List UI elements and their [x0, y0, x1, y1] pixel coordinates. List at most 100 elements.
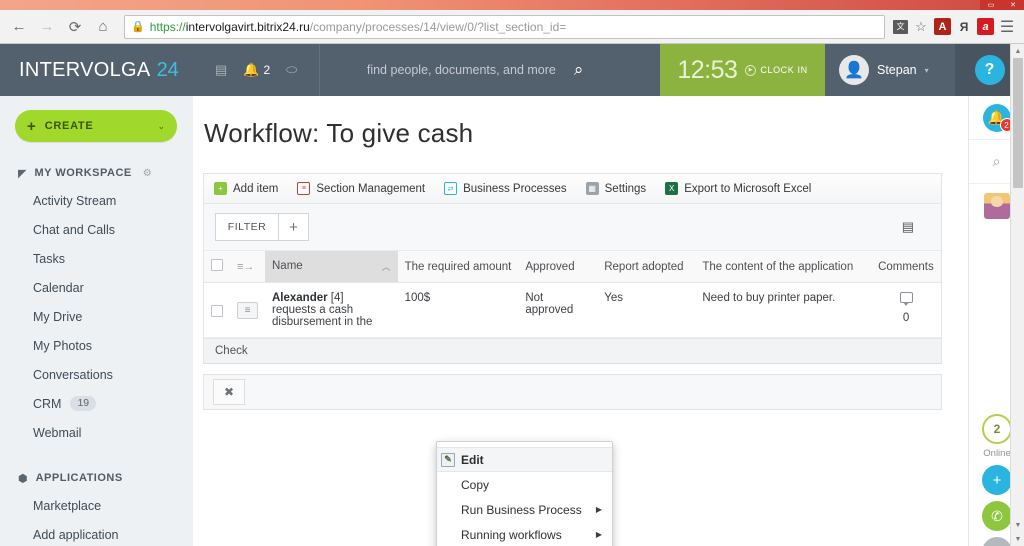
- bookmark-icon[interactable]: ⬭: [286, 62, 297, 78]
- grid-panel: + Add item ≡ Section Management ⇄ Busine…: [203, 173, 942, 364]
- column-header-report-adopted[interactable]: Report adopted: [597, 251, 696, 283]
- chevron-down-icon[interactable]: ⌄: [157, 121, 165, 132]
- check-row: Check: [204, 338, 941, 364]
- column-header-content[interactable]: The content of the application: [695, 251, 872, 283]
- scrollbar-thumb[interactable]: [1013, 58, 1023, 188]
- context-menu-item-edit[interactable]: ✎ Edit: [437, 447, 612, 472]
- logo[interactable]: INTERVOLGA 24: [0, 44, 193, 96]
- sidebar-item-label: Marketplace: [33, 498, 102, 513]
- back-icon[interactable]: ←: [6, 14, 32, 40]
- context-menu-label: Edit: [461, 452, 484, 467]
- sidebar-item-conversations[interactable]: Conversations: [0, 360, 193, 389]
- sidebar-item-webmail[interactable]: Webmail: [0, 418, 193, 447]
- gear-icon[interactable]: ⚙: [143, 168, 152, 179]
- avira-extension-icon[interactable]: a: [977, 18, 994, 35]
- chevron-down-icon[interactable]: ▾: [925, 66, 929, 75]
- toolbar-label: Export to Microsoft Excel: [684, 182, 812, 195]
- maximize-button[interactable]: ▭: [980, 0, 1002, 10]
- sidebar-item-tasks[interactable]: Tasks: [0, 244, 193, 273]
- url-host: intervolgavirt.bitrix24.ru: [185, 19, 310, 34]
- row-menu-cell: ≡: [230, 282, 265, 338]
- context-menu-item-running-workflows[interactable]: Running workflows ▶: [437, 522, 612, 546]
- sidebar-item-chat-and-calls[interactable]: Chat and Calls: [0, 215, 193, 244]
- translate-icon[interactable]: 文: [893, 19, 908, 34]
- scroll-up-icon[interactable]: ▲: [1011, 44, 1024, 58]
- online-count-badge[interactable]: 2: [982, 414, 1012, 444]
- cell-approved: Not approved: [518, 282, 598, 338]
- column-label: The content of the application: [702, 260, 854, 273]
- context-menu-item-run-business-process[interactable]: Run Business Process ▶: [437, 497, 612, 522]
- help-button[interactable]: ?: [974, 55, 1005, 85]
- close-window-button[interactable]: ✕: [1002, 0, 1024, 10]
- notifications-button[interactable]: 🔔 2: [243, 62, 270, 78]
- scroll-down-icon[interactable]: ▼: [1011, 518, 1024, 532]
- star-icon[interactable]: ☆: [910, 16, 932, 38]
- lock-icon: 🔒: [131, 21, 145, 33]
- yandex-extension-icon[interactable]: Я: [953, 16, 975, 38]
- table-row[interactable]: ≡ Alexander [4] requests a cash disburse…: [204, 282, 941, 338]
- page-scrollbar[interactable]: ▲ ▼ ▼: [1010, 44, 1024, 546]
- row-checkbox[interactable]: [211, 305, 223, 317]
- create-button[interactable]: + CREATE ⌄: [15, 110, 177, 142]
- select-all-checkbox[interactable]: [211, 259, 223, 271]
- sidebar-item-label: Activity Stream: [33, 193, 117, 208]
- column-header-approved[interactable]: Approved: [518, 251, 598, 283]
- column-header-name[interactable]: Name ︿: [265, 251, 398, 283]
- sidebar-item-marketplace[interactable]: Marketplace: [0, 491, 193, 520]
- sidebar-section-label: MY WORKSPACE: [34, 167, 132, 179]
- add-button[interactable]: +: [982, 465, 1012, 495]
- home-icon[interactable]: ⌂: [90, 14, 116, 40]
- toolbar-export-excel[interactable]: X Export to Microsoft Excel: [665, 182, 811, 195]
- sidebar-item-label: Webmail: [33, 425, 82, 440]
- sidebar-item-my-photos[interactable]: My Photos: [0, 331, 193, 360]
- check-label[interactable]: Check: [215, 345, 248, 357]
- sidebar-item-add-application[interactable]: Add application: [0, 520, 193, 546]
- page-body: + CREATE ⌄ ◤ MY WORKSPACE ⚙ Activity Str…: [0, 44, 1024, 546]
- chat-icon[interactable]: ▤: [215, 62, 227, 78]
- context-menu-label: Copy: [461, 477, 490, 492]
- sidebar-item-my-drive[interactable]: My Drive: [0, 302, 193, 331]
- sidebar-item-activity-stream[interactable]: Activity Stream: [0, 186, 193, 215]
- toolbar-section-management[interactable]: ≡ Section Management: [297, 182, 425, 195]
- business-processes-icon: ⇄: [444, 182, 458, 195]
- browser-menu-icon[interactable]: ☰: [996, 16, 1018, 38]
- row-actions-menu-button[interactable]: ≡: [237, 302, 258, 319]
- address-bar[interactable]: 🔒 https://intervolgavirt.bitrix24.ru/com…: [124, 14, 885, 39]
- online-label: Online: [983, 448, 1011, 459]
- clock-in-widget[interactable]: 12:53 ▶ CLOCK IN: [660, 44, 825, 96]
- browser-titlebar: ▭ ✕: [0, 0, 1024, 10]
- sidebar-section-my-workspace[interactable]: ◤ MY WORKSPACE ⚙: [0, 160, 193, 186]
- sidebar-item-calendar[interactable]: Calendar: [0, 273, 193, 302]
- download-icon[interactable]: ⬇: [982, 537, 1012, 546]
- grid-view-toggle-icon[interactable]: ▤: [902, 219, 914, 235]
- toolbar-settings[interactable]: ▦ Settings: [585, 182, 646, 195]
- header-search[interactable]: find people, documents, and more ⌕: [320, 44, 660, 96]
- action-toolbar: + Add item ≡ Section Management ⇄ Busine…: [204, 174, 941, 204]
- add-filter-button[interactable]: +: [279, 213, 309, 241]
- toolbar-add-item[interactable]: + Add item: [214, 182, 278, 195]
- pdf-extension-icon[interactable]: A: [934, 18, 951, 35]
- call-icon[interactable]: ✆: [982, 501, 1012, 531]
- column-settings-icon[interactable]: ≡→: [237, 261, 254, 273]
- cell-comments[interactable]: 0: [871, 282, 941, 338]
- toolbar-business-processes[interactable]: ⇄ Business Processes: [444, 182, 567, 195]
- window-controls: ▭ ✕: [980, 0, 1024, 10]
- filter-button[interactable]: FILTER: [215, 213, 279, 241]
- url-text: https://intervolgavirt.bitrix24.ru/compa…: [150, 20, 567, 34]
- sidebar-item-crm[interactable]: CRM 19: [0, 389, 193, 418]
- context-menu-item-copy[interactable]: Copy: [437, 472, 612, 497]
- clear-selection-button[interactable]: ✖: [213, 379, 245, 405]
- scroll-end-icon[interactable]: ▼: [1011, 532, 1024, 546]
- forward-icon[interactable]: →: [34, 14, 60, 40]
- section-management-icon: ≡: [297, 182, 311, 195]
- clock-time: 12:53: [677, 55, 738, 84]
- table-header-row: ≡→ Name ︿ The required amount Approved R…: [204, 251, 941, 283]
- toolbar-label: Business Processes: [463, 182, 567, 195]
- column-header-comments[interactable]: Comments: [871, 251, 941, 283]
- header-icon-group: ▤ 🔔 2 ⬭: [193, 44, 321, 96]
- search-icon[interactable]: ⌕: [574, 60, 584, 80]
- reload-icon[interactable]: ⟳: [62, 14, 88, 40]
- sidebar-section-applications[interactable]: ⬢ APPLICATIONS: [0, 465, 193, 491]
- column-header-required-amount[interactable]: The required amount: [397, 251, 519, 283]
- user-menu[interactable]: 👤 Stepan ▾: [825, 44, 955, 96]
